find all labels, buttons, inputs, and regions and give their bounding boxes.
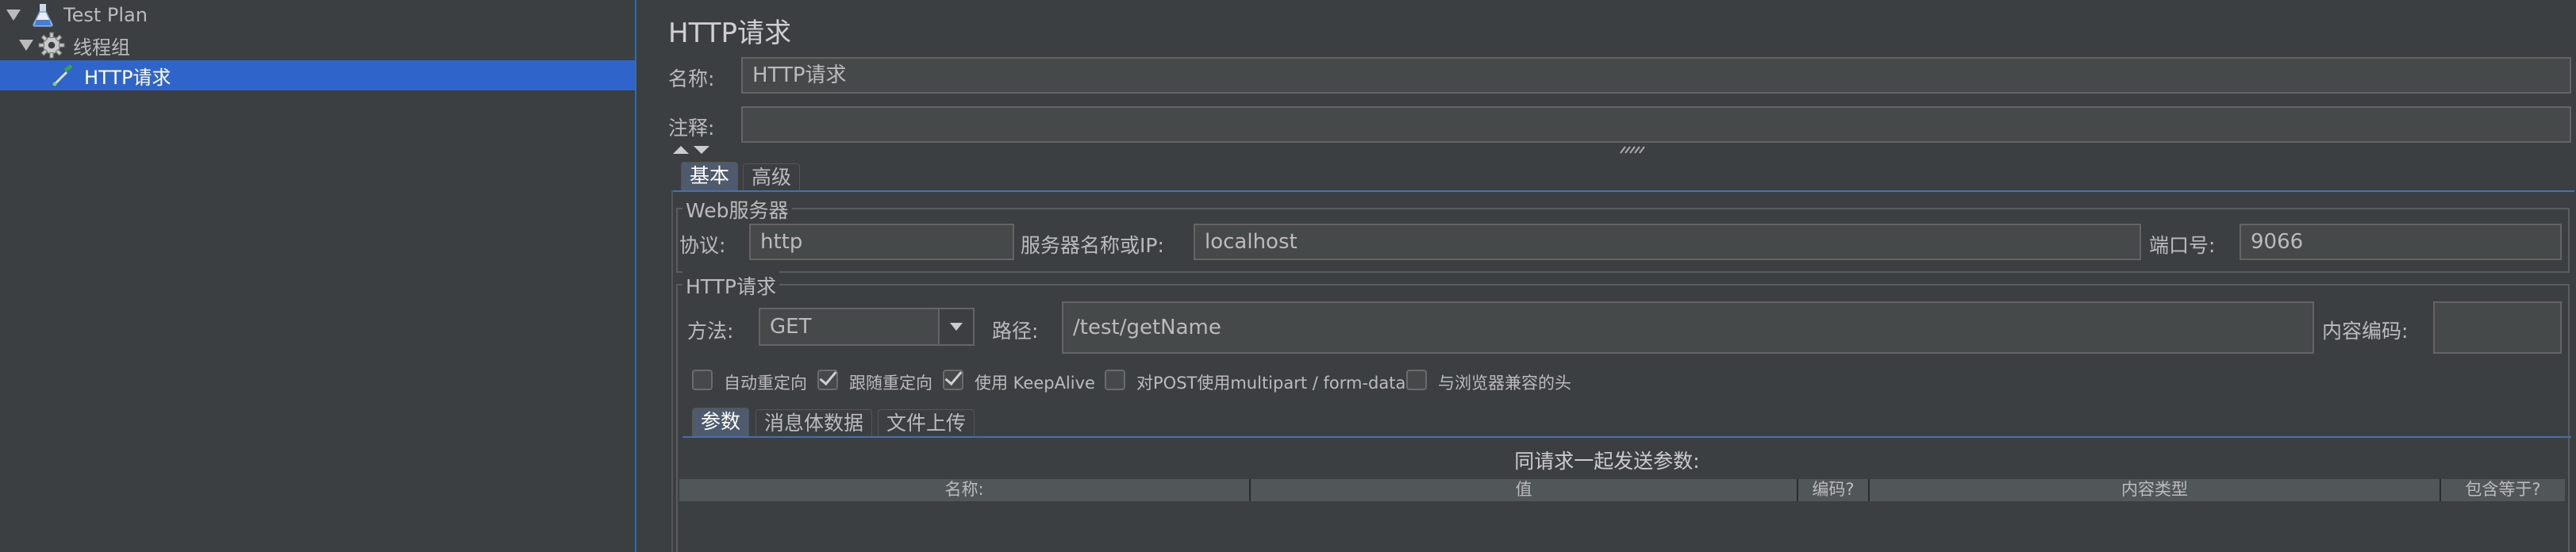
pipette-icon <box>52 64 73 86</box>
name-label: 名称: <box>668 67 715 90</box>
server-label: 服务器名称或IP: <box>1021 234 1164 257</box>
path-field[interactable]: /test/getName <box>1062 301 2314 354</box>
auto-redirect-label: 自动重定向 <box>724 374 807 393</box>
http-request-panel: HTTP请求 名称: HTTP请求 注释: 基本 高级 Web服务器 协议: h… <box>638 0 2576 552</box>
column-header-name[interactable]: 名称: <box>679 479 1251 501</box>
tab-parameters[interactable]: 参数 <box>692 408 750 436</box>
sub-tab-divider <box>682 436 2571 438</box>
encoding-field[interactable] <box>2433 301 2562 354</box>
web-server-legend: Web服务器 <box>682 195 792 224</box>
params-table-body[interactable] <box>679 501 2565 552</box>
method-select[interactable]: GET <box>759 308 975 346</box>
tree-item-test-plan[interactable]: Test Plan <box>0 0 635 30</box>
tab-file-upload[interactable]: 文件上传 <box>878 409 975 438</box>
name-field[interactable]: HTTP请求 <box>741 57 2571 94</box>
gear-icon <box>38 32 65 59</box>
tab-content-edge <box>671 190 673 552</box>
browser-headers-label: 与浏览器兼容的头 <box>1438 374 1571 393</box>
dropdown-button[interactable] <box>938 309 973 344</box>
keepalive-label: 使用 KeepAlive <box>975 374 1095 393</box>
browser-headers-checkbox[interactable] <box>1406 370 1427 390</box>
comment-label: 注释: <box>668 117 715 140</box>
method-label: 方法: <box>687 320 734 343</box>
params-table-header: 名称: 值 编码? 内容类型 包含等于? <box>679 479 2565 501</box>
encoding-label: 内容编码: <box>2322 320 2409 343</box>
port-label: 端口号: <box>2149 234 2216 257</box>
server-field[interactable]: localhost <box>1194 224 2141 260</box>
tree-item-label: 线程组 <box>73 36 130 59</box>
tree-item-thread-group[interactable]: 线程组 <box>0 30 635 60</box>
tree-item-label: Test Plan <box>63 4 148 26</box>
protocol-label: 协议: <box>679 234 726 257</box>
multipart-checkbox[interactable] <box>1105 370 1125 390</box>
tab-body-data[interactable]: 消息体数据 <box>755 409 873 438</box>
auto-redirect-checkbox[interactable] <box>692 370 713 390</box>
multipart-label: 对POST使用multipart / form-data <box>1136 374 1406 393</box>
method-value: GET <box>770 315 812 339</box>
column-header-include-equals[interactable]: 包含等于? <box>2441 479 2565 501</box>
test-plan-tree[interactable]: Test Plan 线程组 HTTP请求 <box>0 0 636 552</box>
tab-divider <box>671 190 2574 192</box>
expand-arrow-icon[interactable] <box>6 10 21 21</box>
params-caption: 同请求一起发送参数: <box>1514 450 1700 473</box>
collapse-arrows-icon[interactable] <box>671 143 716 157</box>
http-request-legend: HTTP请求 <box>682 271 779 300</box>
column-header-value[interactable]: 值 <box>1251 479 1798 501</box>
protocol-field[interactable]: http <box>749 224 1014 260</box>
column-header-content-type[interactable]: 内容类型 <box>1870 479 2441 501</box>
tab-advanced[interactable]: 高级 <box>743 163 801 192</box>
flask-icon <box>33 4 53 27</box>
path-label: 路径: <box>992 320 1039 343</box>
tree-item-http-request[interactable]: HTTP请求 <box>0 60 635 90</box>
comment-field[interactable] <box>741 106 2571 143</box>
chevron-down-icon <box>950 323 963 331</box>
tree-item-label: HTTP请求 <box>84 66 171 89</box>
tab-basic[interactable]: 基本 <box>681 162 739 190</box>
follow-redirect-label: 跟随重定向 <box>849 374 932 393</box>
column-header-encode[interactable]: 编码? <box>1798 479 1870 501</box>
page-title: HTTP请求 <box>668 17 792 49</box>
keepalive-checkbox[interactable] <box>943 370 963 390</box>
splitter-grip-icon[interactable] <box>1619 146 1646 154</box>
expand-arrow-icon[interactable] <box>19 40 33 51</box>
follow-redirect-checkbox[interactable] <box>817 370 838 390</box>
port-field[interactable]: 9066 <box>2240 224 2562 260</box>
